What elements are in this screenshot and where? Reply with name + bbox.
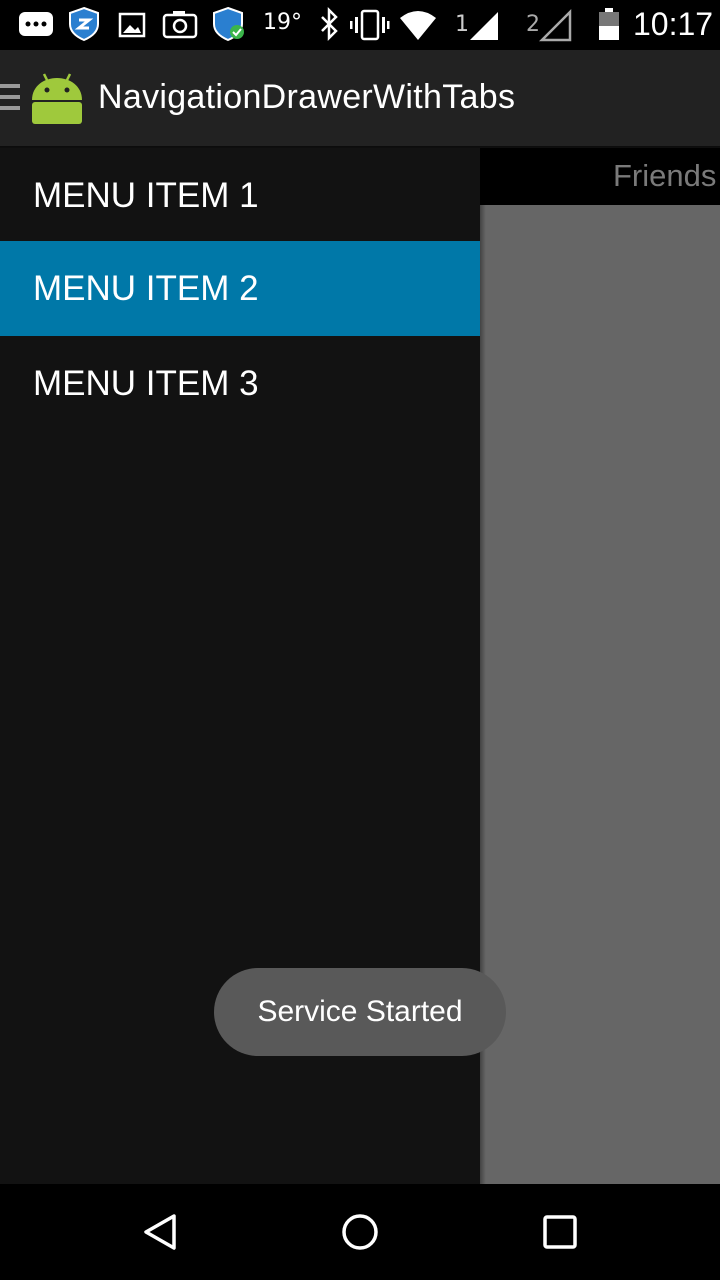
vibrate-icon <box>350 9 390 41</box>
signal-icon <box>538 8 572 42</box>
action-bar: NavigationDrawerWithTabs <box>0 50 720 146</box>
signal-icon <box>470 12 498 40</box>
back-icon[interactable] <box>140 1212 180 1252</box>
android-app-icon[interactable] <box>30 70 84 126</box>
menu-item-label: MENU ITEM 2 <box>33 269 259 308</box>
shield-icon <box>69 6 99 42</box>
battery-icon <box>599 8 619 40</box>
menu-item-3[interactable]: MENU ITEM 3 <box>0 336 480 431</box>
sim1-label: 1 <box>455 12 469 37</box>
recents-icon[interactable] <box>542 1214 578 1250</box>
temperature-text: 19° <box>263 10 302 35</box>
sim2-label: 2 <box>526 12 540 37</box>
nav-bar <box>0 1184 720 1280</box>
status-bar: 19° 1 2 10:17 <box>0 0 720 50</box>
menu-item-label: MENU ITEM 1 <box>33 176 259 215</box>
bluetooth-icon <box>321 6 338 42</box>
hamburger-icon[interactable] <box>0 84 20 114</box>
home-icon[interactable] <box>340 1212 380 1252</box>
tab-friends[interactable]: Friends <box>613 158 716 194</box>
wifi-icon <box>400 11 436 40</box>
menu-item-label: MENU ITEM 3 <box>33 364 259 403</box>
toast: Service Started <box>214 968 506 1056</box>
shield-check-icon <box>213 6 244 42</box>
menu-item-1[interactable]: MENU ITEM 1 <box>0 148 480 243</box>
toast-message: Service Started <box>257 995 463 1028</box>
messages-icon <box>19 12 53 36</box>
app-title: NavigationDrawerWithTabs <box>98 78 516 116</box>
image-icon <box>118 12 146 38</box>
menu-item-2[interactable]: MENU ITEM 2 <box>0 241 480 336</box>
camera-icon <box>162 11 198 39</box>
clock: 10:17 <box>633 6 714 42</box>
main-content-scrim[interactable] <box>480 205 720 1184</box>
